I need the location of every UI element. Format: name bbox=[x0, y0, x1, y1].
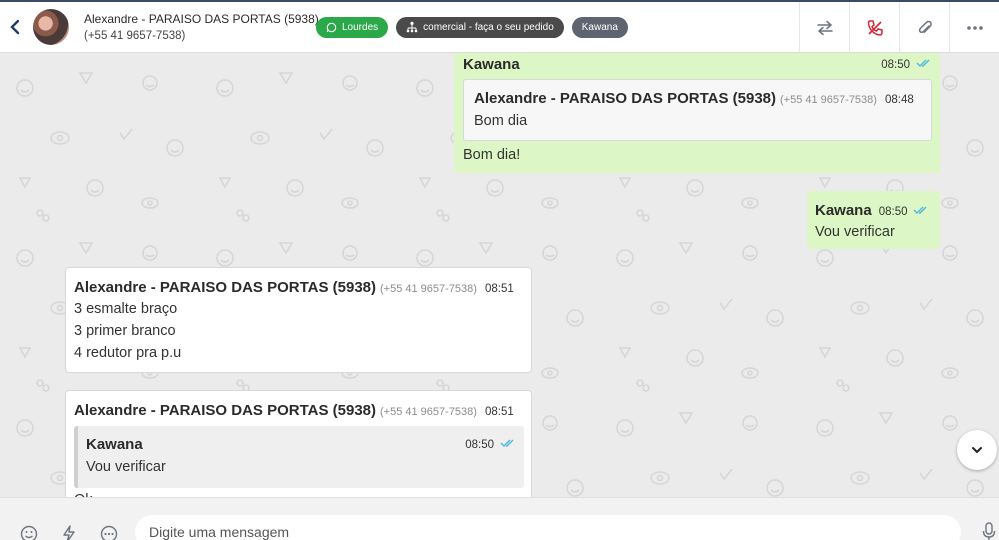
read-ticks-icon bbox=[916, 58, 932, 68]
tag-lourdes[interactable]: Lourdes bbox=[316, 16, 389, 38]
quick-reply-button[interactable] bbox=[62, 525, 76, 540]
contact-phone: (+55 41 9657-7538) bbox=[84, 30, 186, 42]
message-phone: (+55 41 9657-7538) bbox=[380, 283, 477, 295]
tag-label: Lourdes bbox=[342, 21, 379, 33]
incoming-message[interactable]: Alexandre - PARAISO DAS PORTAS (5938) (+… bbox=[65, 267, 532, 373]
more-icon bbox=[966, 25, 983, 30]
quoted-text: Vou verificar bbox=[86, 459, 166, 475]
emoji-button[interactable] bbox=[20, 525, 38, 540]
hangup-icon bbox=[867, 19, 883, 36]
message-sender: Alexandre - PARAISO DAS PORTAS (5938) bbox=[74, 279, 377, 296]
contact-info[interactable]: Alexandre - PARAISO DAS PORTAS (5938) (+… bbox=[84, 12, 319, 42]
transfer-icon bbox=[816, 20, 833, 35]
tag-label: Kawana bbox=[581, 21, 618, 33]
message-text: Ok bbox=[74, 489, 93, 497]
read-ticks-icon bbox=[500, 438, 516, 448]
quoted-sender: Kawana bbox=[86, 436, 143, 453]
quoted-phone: (+55 41 9657-7538) bbox=[780, 94, 877, 106]
message-sender: Alexandre - PARAISO DAS PORTAS (5938) bbox=[74, 402, 377, 419]
chevron-left-icon bbox=[10, 19, 20, 35]
more-button[interactable] bbox=[949, 2, 999, 53]
incoming-message[interactable]: Alexandre - PARAISO DAS PORTAS (5938) (+… bbox=[65, 390, 532, 497]
message-line: 3 primer branco bbox=[74, 323, 176, 339]
microphone-button[interactable] bbox=[982, 522, 996, 540]
message-time: 08:51 bbox=[484, 406, 514, 418]
message-input[interactable] bbox=[135, 515, 961, 540]
quoted-message[interactable]: Kawana 08:50 Vou verificar bbox=[74, 426, 524, 488]
scroll-to-bottom-button[interactable] bbox=[957, 430, 997, 470]
attach-icon bbox=[918, 20, 932, 33]
quoted-text: Bom dia bbox=[474, 113, 528, 129]
quoted-sender: Alexandre - PARAISO DAS PORTAS (5938) bbox=[474, 90, 777, 107]
message-line: 3 esmalte braço bbox=[74, 301, 178, 317]
message-phone: (+55 41 9657-7538) bbox=[380, 406, 477, 418]
read-ticks-icon bbox=[913, 205, 929, 215]
outgoing-message[interactable]: Kawana 08:50 Vou verificar bbox=[807, 191, 940, 249]
more-options-button[interactable] bbox=[100, 525, 118, 540]
message-meta: 08:50 bbox=[881, 58, 932, 71]
message-time: 08:50 bbox=[881, 59, 910, 71]
message-sender: Kawana bbox=[815, 202, 872, 219]
end-call-button[interactable] bbox=[849, 2, 899, 53]
sitemap-icon bbox=[406, 21, 418, 33]
composer bbox=[0, 497, 999, 540]
tag-label: comercial - faça o seu pedido bbox=[423, 21, 554, 33]
emoji-icon bbox=[20, 525, 38, 540]
message-time: 08:51 bbox=[484, 283, 514, 295]
message-text: Vou verificar bbox=[815, 224, 895, 240]
attach-button[interactable] bbox=[899, 2, 949, 53]
message-list[interactable]: Kawana 08:50 Alexandre - PARAISO DAS POR… bbox=[0, 53, 999, 497]
transfer-button[interactable] bbox=[799, 2, 849, 53]
more-options-icon bbox=[100, 525, 118, 540]
chat-header: Alexandre - PARAISO DAS PORTAS (5938) (+… bbox=[0, 0, 999, 53]
tag-department[interactable]: comercial - faça o seu pedido bbox=[396, 16, 564, 38]
contact-name: Alexandre - PARAISO DAS PORTAS (5938) bbox=[84, 12, 319, 26]
tag-agent[interactable]: Kawana bbox=[571, 16, 628, 38]
quick-reply-icon bbox=[63, 525, 75, 540]
whatsapp-icon bbox=[326, 22, 337, 33]
quoted-message[interactable]: Alexandre - PARAISO DAS PORTAS (5938) (+… bbox=[463, 79, 932, 141]
message-text: Bom dia! bbox=[463, 147, 521, 163]
outgoing-message[interactable]: Kawana 08:50 Alexandre - PARAISO DAS POR… bbox=[454, 53, 940, 173]
microphone-icon bbox=[982, 522, 996, 540]
quoted-time: 08:50 bbox=[465, 439, 494, 451]
quoted-time: 08:48 bbox=[884, 94, 914, 106]
message-time: 08:50 bbox=[878, 206, 908, 218]
message-sender: Kawana bbox=[463, 56, 520, 73]
chevron-down-icon bbox=[972, 447, 982, 454]
message-line: 4 redutor pra p.u bbox=[74, 345, 182, 361]
back-button[interactable] bbox=[0, 2, 30, 53]
avatar[interactable] bbox=[33, 9, 69, 45]
